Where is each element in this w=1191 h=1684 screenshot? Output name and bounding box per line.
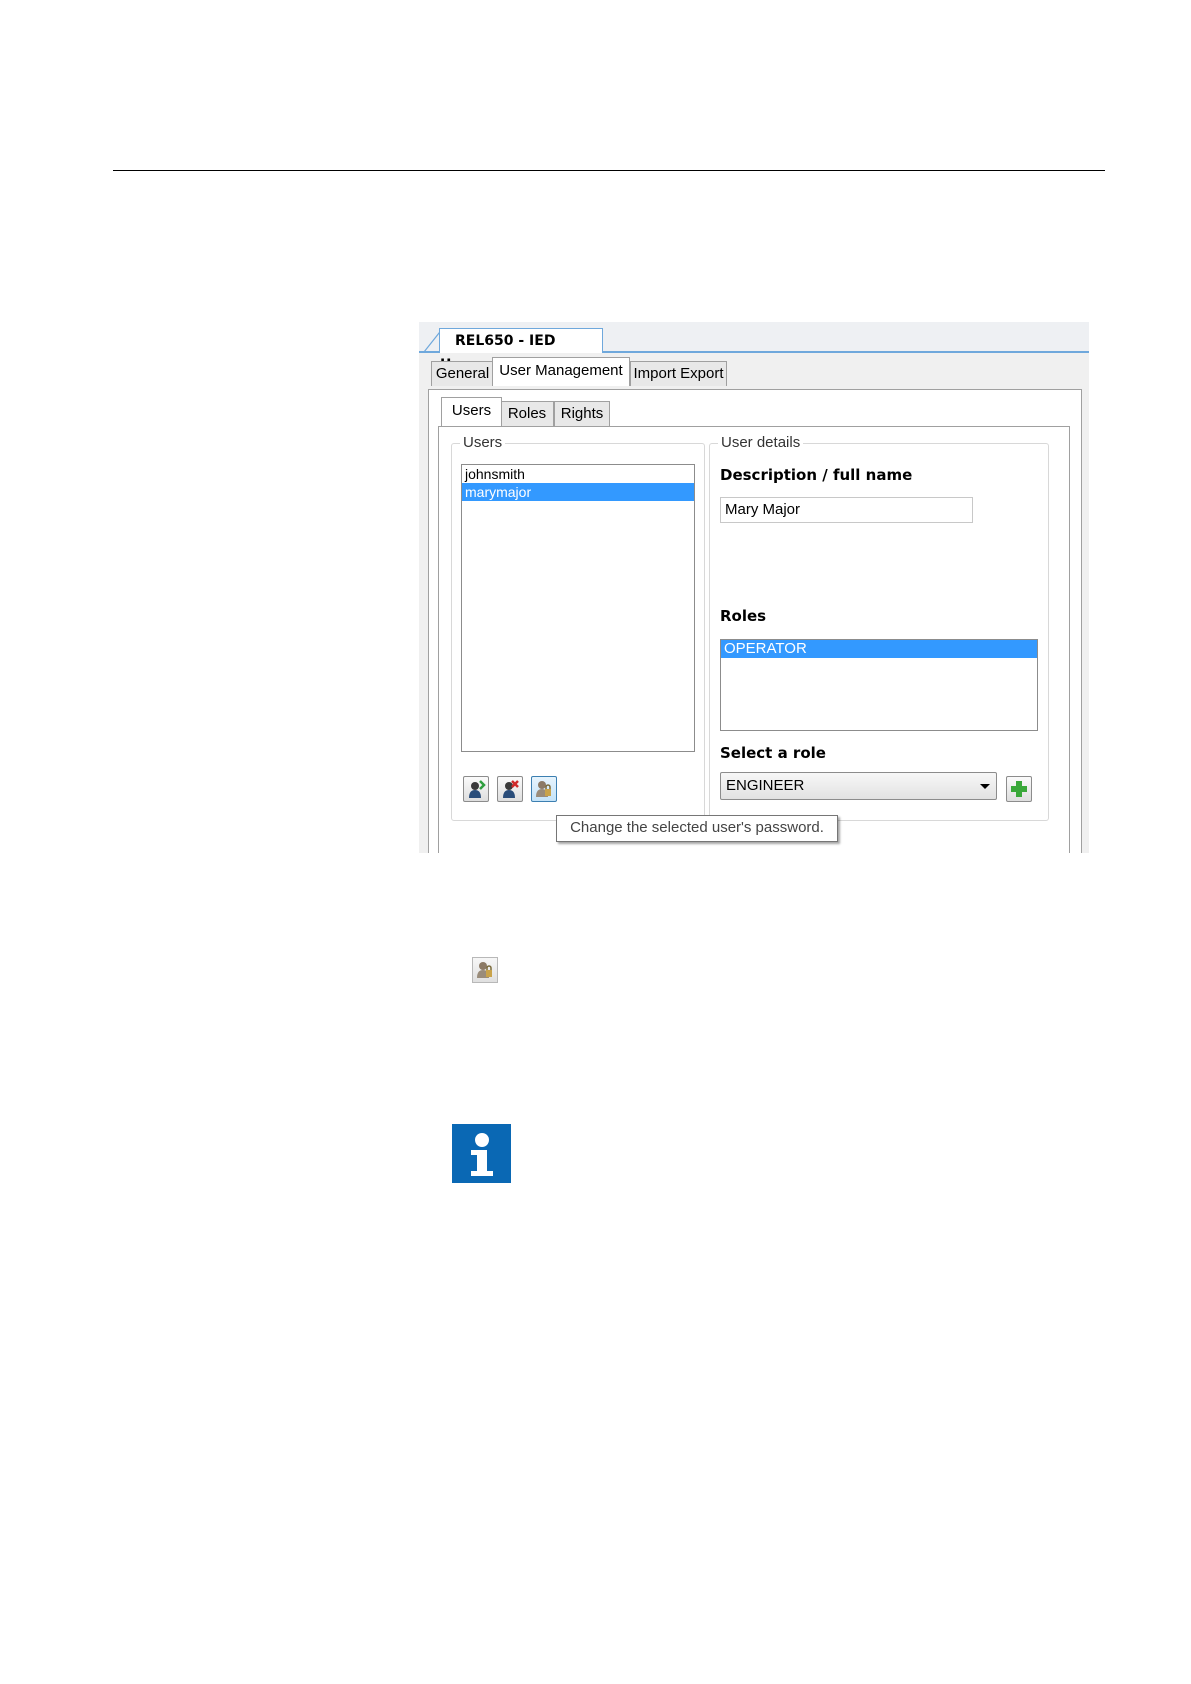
list-item-selected[interactable]: marymajor [462,483,694,501]
roles-label: Roles [720,607,767,625]
role-item-selected[interactable]: OPERATOR [721,640,1037,658]
plus-icon [1011,781,1027,797]
users-list[interactable]: johnsmith marymajor [461,464,695,752]
select-role-value: ENGINEER [726,777,805,794]
remove-user-icon [503,780,519,798]
add-user-icon [469,780,486,798]
description-field[interactable]: Mary Major [720,497,973,523]
user-details-groupbox: User details Description / full name Mar… [709,434,1049,821]
select-role-label: Select a role [720,744,826,762]
document-tab[interactable]: REL650 - IED Users [439,328,603,373]
users-group-title: Users [460,434,506,451]
header-rule [113,170,1105,171]
tab-general[interactable]: General [431,361,494,386]
add-role-button[interactable] [1006,776,1032,802]
tooltip: Change the selected user's password. [556,815,838,842]
users-tab-page: Users johnsmith marymajor User details D… [438,426,1070,853]
select-role-combo[interactable]: ENGINEER [720,772,997,800]
remove-user-button[interactable] [497,776,523,802]
tab-roles[interactable]: Roles [500,401,554,426]
ied-users-window: REL650 - IED Users General User Manageme… [419,322,1089,853]
description-label: Description / full name [720,466,913,484]
tab-users[interactable]: Users [441,397,502,426]
outer-tab-bar: General User Management Import Export [419,353,1089,389]
tab-import-export[interactable]: Import Export [630,361,727,386]
roles-list[interactable]: OPERATOR [720,639,1038,731]
add-user-button[interactable] [463,776,489,802]
change-password-icon [536,781,551,797]
tab-user-management[interactable]: User Management [492,357,630,386]
chevron-down-icon [980,784,990,789]
change-password-icon [472,957,498,983]
user-management-panel: Users Roles Rights Users johnsmith marym… [428,389,1082,853]
change-password-button[interactable] [531,776,557,802]
list-item[interactable]: johnsmith [462,465,694,483]
info-icon [452,1124,511,1183]
users-groupbox: Users johnsmith marymajor [451,434,705,821]
tab-rights[interactable]: Rights [554,401,610,426]
user-details-title: User details [718,434,804,451]
